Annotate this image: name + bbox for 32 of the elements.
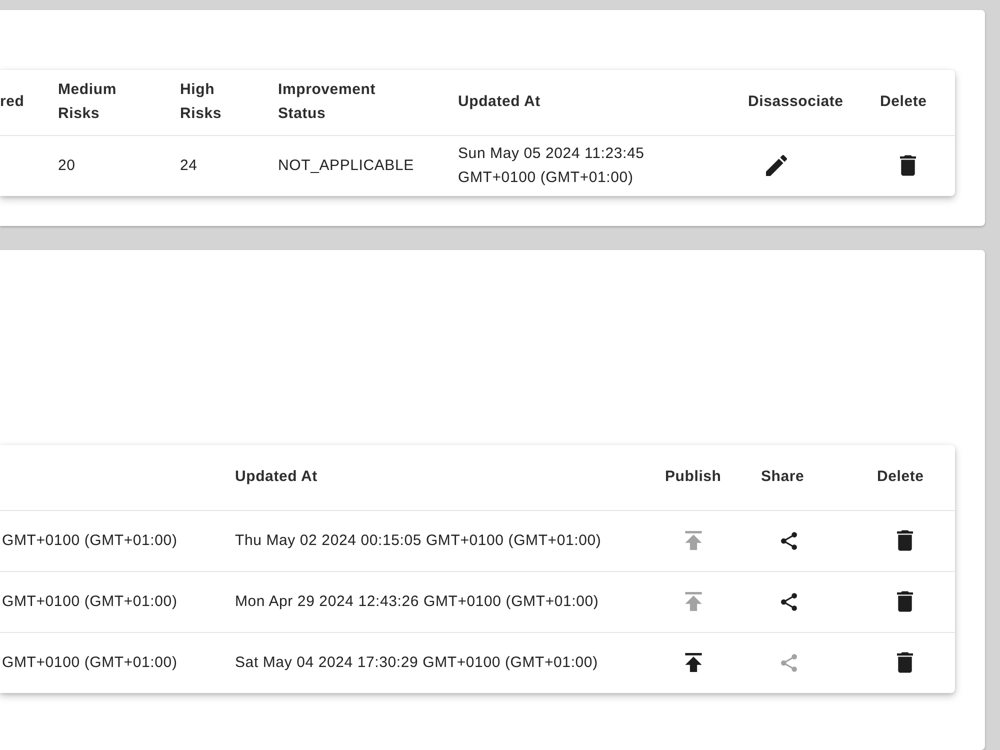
column-header: Improvement Status — [278, 80, 376, 124]
column-header: Publish — [665, 467, 722, 488]
table-cell-text: NOT_APPLICABLE — [278, 156, 414, 176]
trash-icon — [897, 652, 913, 674]
table-cell-text: Mon Apr 29 2024 12:43:26 GMT+0100 (GMT+01:00) — [235, 592, 599, 612]
column-header: Share — [761, 467, 804, 488]
upload-icon — [684, 531, 702, 550]
table-cell-text: Thu May 02 2024 00:15:05 GMT+0100 (GMT+01:00) — [235, 530, 602, 550]
trash-icon — [897, 591, 913, 612]
column-header: Updated At — [458, 92, 540, 112]
column-header: Medium Risks — [58, 80, 116, 124]
upload-icon — [684, 653, 702, 672]
column-header: Delete — [880, 92, 927, 112]
table-cell-text: 24 — [180, 156, 198, 176]
upload-icon — [684, 592, 702, 611]
table-cell-text: Sat May 04 2024 17:30:29 GMT+0100 (GMT+01:00) — [235, 652, 598, 673]
table-cell-text: 20 — [58, 156, 76, 176]
column-header: High Risks — [180, 80, 222, 124]
column-header: red — [0, 92, 24, 112]
table-cell-text: GMT+0100 (GMT+01:00) — [2, 652, 178, 673]
column-header: Disassociate — [748, 92, 844, 112]
share-icon — [781, 532, 797, 550]
trash-icon — [900, 155, 916, 176]
share-icon — [781, 592, 797, 610]
column-header: Updated At — [235, 467, 318, 488]
table-cell-text: GMT+0100 (GMT+01:00) — [2, 530, 178, 550]
column-header: Delete — [877, 467, 924, 488]
trash-icon — [897, 530, 913, 551]
table-cell-text: GMT+0100 (GMT+01:00) — [2, 592, 178, 612]
table-cell-text: Sun May 05 2024 11:23:45 GMT+0100 (GMT+01:00) — [458, 144, 646, 188]
pencil-icon — [766, 155, 786, 176]
share-icon — [781, 654, 797, 672]
